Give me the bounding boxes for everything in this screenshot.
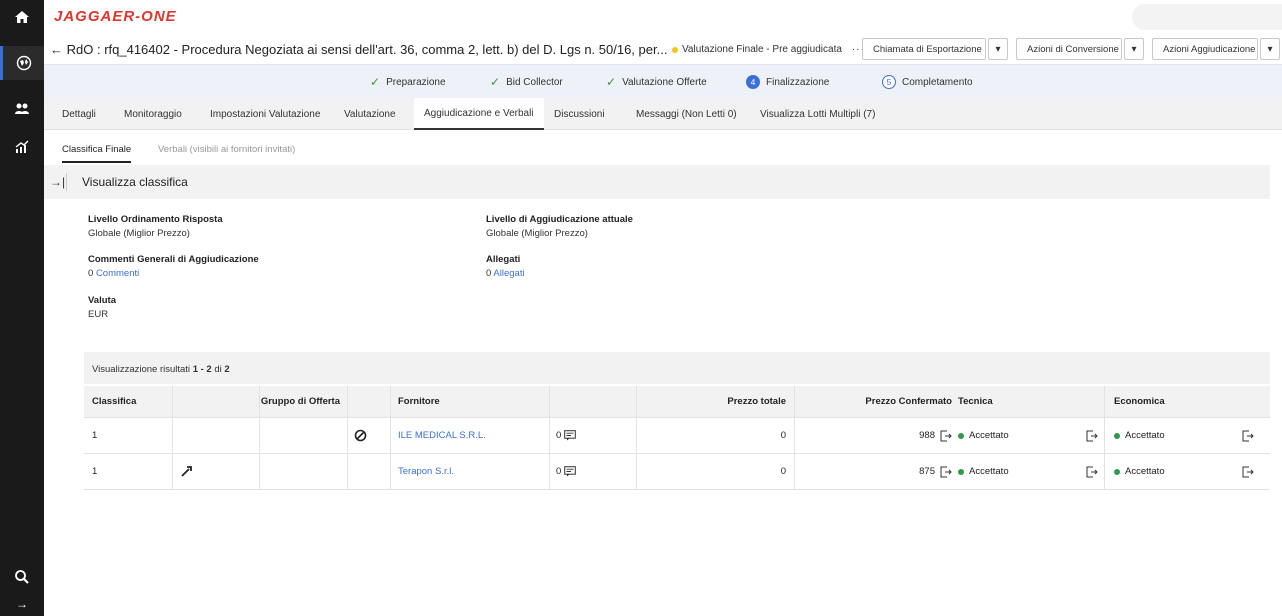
tab-aggiudicazione-verbali[interactable]: Aggiudicazione e Verbali	[414, 98, 544, 130]
currency-field: Valuta EUR	[88, 295, 116, 320]
tab-impostazioni-valutazione[interactable]: Impostazioni Valutazione	[200, 98, 330, 130]
conversion-dropdown-icon[interactable]: ▾	[1124, 38, 1144, 60]
progress-steps: ✓ Preparazione ✓ Bid Collector ✓ Valutaz…	[44, 64, 1282, 98]
results-count: Visualizzazione risultati 1 - 2 di 2	[92, 364, 230, 375]
header-confirmed-price: Prezzo Confermato	[865, 396, 952, 407]
table-header-row: Classifica Gruppo di Offerta Fornitore P…	[84, 386, 1270, 418]
award-level-field: Livello di Aggiudicazione attuale Global…	[486, 214, 633, 239]
user-pill[interactable]	[1132, 4, 1282, 30]
results-bar: Visualizzazione risultati 1 - 2 di 2	[84, 352, 1270, 384]
step-valutazione-offerte[interactable]: ✓ Valutazione Offerte	[606, 75, 707, 89]
rfq-title: RdO : rfq_416402 - Procedura Negoziata a…	[66, 42, 668, 57]
header-total-price: Prezzo totale	[727, 396, 786, 407]
econ-status: Accettato	[1114, 454, 1165, 489]
app-logo: JAGGAER-ONE	[54, 8, 177, 25]
subtab-classifica-finale[interactable]: Classifica Finale	[62, 144, 132, 163]
sub-tabs: Classifica Finale Verbali (visibili ai f…	[44, 130, 1282, 164]
header-econ: Economica	[1114, 396, 1165, 407]
users-icon[interactable]	[0, 92, 44, 126]
step-number-badge: 4	[746, 75, 760, 89]
page-title: ← RdO : rfq_416402 - Procedura Negoziata…	[50, 42, 667, 57]
step-bid-collector[interactable]: ✓ Bid Collector	[490, 75, 563, 89]
comment-icon	[564, 466, 577, 477]
tech-export-icon[interactable]	[1086, 454, 1098, 489]
supplier-link[interactable]: ILE MEDICAL S.R.L.	[398, 418, 486, 453]
step-finalizzazione[interactable]: 4 Finalizzazione	[746, 75, 829, 89]
total-price-cell: 0	[780, 466, 786, 477]
tab-valutazione[interactable]: Valutazione	[334, 98, 406, 130]
header-supplier: Fornitore	[398, 396, 440, 407]
conversion-button[interactable]: Azioni di Conversione	[1016, 38, 1122, 60]
rank-cell: 1	[92, 466, 98, 477]
step-number-badge: 5	[882, 75, 896, 89]
ordering-level-field: Livello Ordinamento Risposta Globale (Mi…	[88, 214, 223, 239]
tab-monitoraggio[interactable]: Monitoraggio	[114, 98, 192, 130]
status-dot-icon	[672, 46, 678, 53]
chart-icon[interactable]	[0, 130, 44, 164]
rfq-header: ← RdO : rfq_416402 - Procedura Negoziata…	[44, 36, 1282, 64]
tech-status: Accettato	[958, 418, 1009, 453]
table-row: 1 ILE MEDICAL S.R.L. 0 0 988 Accettato A…	[84, 418, 1270, 454]
confirmed-price-cell: 988	[802, 418, 952, 453]
export-icon[interactable]	[940, 466, 952, 478]
export-dropdown-icon[interactable]: ▾	[988, 38, 1008, 60]
tech-status: Accettato	[958, 454, 1009, 489]
accepted-dot-icon	[1114, 468, 1120, 475]
back-arrow-icon[interactable]: ←	[50, 42, 63, 57]
search-icon[interactable]	[0, 562, 44, 592]
comments-cell[interactable]: 0	[556, 454, 577, 489]
check-icon: ✓	[490, 75, 501, 89]
top-bar: JAGGAER-ONE	[44, 0, 1282, 36]
export-icon[interactable]	[940, 430, 952, 442]
confirmed-price-cell: 875	[802, 454, 952, 489]
tech-export-icon[interactable]	[1086, 418, 1098, 453]
collapse-icon[interactable]: →|	[50, 175, 65, 189]
globe-icon[interactable]	[0, 46, 44, 80]
header-group: Gruppo di Offerta	[260, 396, 340, 407]
tab-discussioni[interactable]: Discussioni	[544, 98, 615, 130]
attachments-field: Allegati 0 Allegati	[486, 254, 525, 279]
supplier-link[interactable]: Terapon S.r.l.	[398, 454, 454, 489]
comments-field: Commenti Generali di Aggiudicazione 0 Co…	[88, 254, 259, 279]
left-rail: →	[0, 0, 44, 616]
econ-export-icon[interactable]	[1242, 454, 1254, 489]
step-preparazione[interactable]: ✓ Preparazione	[370, 75, 446, 89]
gavel-icon[interactable]	[180, 454, 193, 489]
export-button[interactable]: Chiamata di Esportazione	[862, 38, 986, 60]
step-completamento[interactable]: 5 Completamento	[882, 75, 973, 89]
comment-icon	[564, 430, 577, 441]
tab-messaggi[interactable]: Messaggi (Non Letti 0)	[626, 98, 747, 130]
comments-link[interactable]: Commenti	[96, 268, 139, 279]
header-tech: Tecnica	[958, 396, 993, 407]
status-text: Valutazione Finale - Pre aggiudicata	[682, 44, 842, 55]
header-rank: Classifica	[92, 396, 137, 407]
accepted-dot-icon	[958, 432, 964, 439]
accepted-dot-icon	[1114, 432, 1120, 439]
check-icon: ✓	[370, 75, 381, 89]
section-header: →| Visualizza classifica	[44, 165, 1270, 199]
accepted-dot-icon	[958, 468, 964, 475]
status-badge: Valutazione Finale - Pre aggiudicata ···	[672, 44, 865, 55]
divider	[66, 173, 67, 191]
tab-lotti-multipli[interactable]: Visualizza Lotti Multipli (7)	[750, 98, 885, 130]
econ-export-icon[interactable]	[1242, 418, 1254, 453]
blocked-icon[interactable]	[354, 418, 367, 453]
tab-dettagli[interactable]: Dettagli	[52, 98, 106, 130]
table-row: 1 Terapon S.r.l. 0 0 875 Accettato Accet…	[84, 454, 1270, 490]
attachments-link[interactable]: Allegati	[493, 268, 524, 279]
home-icon[interactable]	[0, 0, 44, 34]
subtab-verbali[interactable]: Verbali (visibili ai fornitori invitati)	[158, 144, 295, 155]
arrow-right-icon[interactable]: →	[0, 592, 44, 616]
award-dropdown-icon[interactable]: ▾	[1260, 38, 1280, 60]
comments-cell[interactable]: 0	[556, 418, 577, 453]
total-price-cell: 0	[780, 430, 786, 441]
econ-status: Accettato	[1114, 418, 1165, 453]
award-button[interactable]: Azioni Aggiudicazione	[1152, 38, 1258, 60]
check-icon: ✓	[606, 75, 617, 89]
main-tabs: Dettagli Monitoraggio Impostazioni Valut…	[44, 98, 1282, 130]
rank-cell: 1	[92, 430, 98, 441]
section-title: Visualizza classifica	[82, 175, 188, 189]
